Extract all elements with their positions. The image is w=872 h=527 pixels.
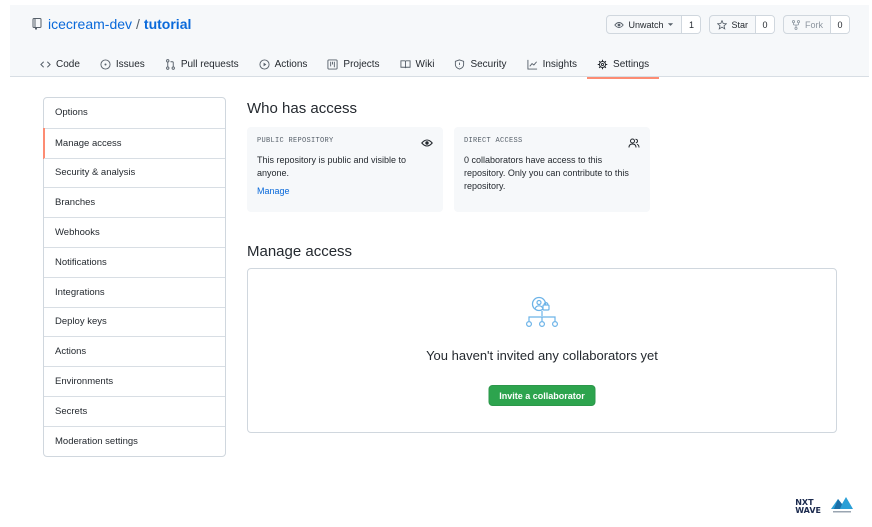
- tab-issues[interactable]: Issues: [90, 50, 155, 78]
- graph-icon: [527, 59, 537, 70]
- gear-icon: [597, 59, 608, 69]
- sidebar-item-security-analysis[interactable]: Security & analysis: [44, 157, 225, 188]
- issue-icon: [100, 58, 111, 70]
- repo-name-link[interactable]: tutorial: [144, 16, 191, 32]
- sidebar-item-branches[interactable]: Branches: [44, 187, 225, 217]
- watch-count[interactable]: 1: [682, 16, 701, 33]
- tab-label: Projects: [343, 58, 380, 70]
- settings-sidebar: Options Manage access Security & analysi…: [43, 97, 226, 457]
- sidebar-item-options[interactable]: Options: [44, 98, 225, 128]
- tab-label: Security: [470, 58, 507, 70]
- tab-label: Code: [56, 58, 80, 70]
- eye-icon: [614, 21, 625, 28]
- tab-settings[interactable]: Settings: [587, 50, 660, 79]
- tab-actions[interactable]: Actions: [249, 50, 318, 78]
- invite-collaborator-button[interactable]: Invite a collaborator: [488, 385, 596, 406]
- card-body: This repository is public and visible to…: [257, 155, 407, 178]
- manage-access-title: Manage access: [247, 243, 353, 260]
- watermark-text: NXT WAVE: [795, 499, 821, 515]
- tab-label: Wiki: [415, 58, 435, 70]
- project-icon: [327, 58, 338, 70]
- tab-label: Insights: [542, 58, 578, 70]
- tab-wiki[interactable]: Wiki: [390, 50, 445, 78]
- play-icon: [259, 58, 270, 70]
- fork-count[interactable]: 0: [831, 16, 849, 33]
- star-icon: [717, 19, 728, 30]
- fork-button-group: Fork 0: [783, 15, 850, 34]
- star-count[interactable]: 0: [756, 16, 774, 33]
- sidebar-item-secrets[interactable]: Secrets: [44, 395, 225, 426]
- tab-label: Actions: [274, 58, 308, 70]
- watch-button[interactable]: Unwatch: [607, 16, 683, 33]
- watermark-line2: WAVE: [795, 506, 821, 515]
- sidebar-item-environments[interactable]: Environments: [44, 366, 225, 396]
- access-cards: PUBLIC REPOSITORY This repository is pub…: [247, 127, 837, 212]
- collaborators-hierarchy-icon: [525, 296, 559, 328]
- book-icon: [400, 59, 411, 68]
- card-body: 0 collaborators have access to this repo…: [464, 155, 629, 191]
- main-content: Who has access PUBLIC REPOSITORY This re…: [247, 100, 837, 433]
- who-has-access-title: Who has access: [247, 100, 358, 117]
- repo-icon: [32, 18, 42, 30]
- empty-state-message: You haven't invited any collaborators ye…: [426, 348, 658, 363]
- tab-label: Pull requests: [180, 58, 239, 70]
- fork-label: Fork: [805, 19, 823, 30]
- tab-pull-requests[interactable]: Pull requests: [155, 50, 249, 78]
- people-icon: [628, 138, 640, 148]
- tab-label: Settings: [613, 58, 650, 70]
- card-eyebrow: DIRECT ACCESS: [464, 137, 523, 145]
- sidebar-item-actions[interactable]: Actions: [44, 336, 225, 366]
- repo-separator: /: [136, 16, 140, 32]
- shield-icon: [455, 58, 465, 70]
- tab-security[interactable]: Security: [444, 50, 516, 78]
- tab-insights[interactable]: Insights: [517, 50, 587, 78]
- caret-down-icon: [668, 23, 674, 26]
- star-button-group: Star 0: [709, 15, 775, 34]
- star-label: Star: [731, 19, 748, 30]
- nxtwave-watermark: NXT WAVE: [795, 489, 855, 515]
- sidebar-item-webhooks[interactable]: Webhooks: [44, 217, 225, 247]
- ib-hubs-logo-icon: [831, 497, 853, 513]
- sidebar-item-deploy-keys[interactable]: Deploy keys: [44, 306, 225, 337]
- tab-projects[interactable]: Projects: [317, 50, 389, 78]
- fork-icon: [792, 19, 800, 30]
- collaborators-empty-state: You haven't invited any collaborators ye…: [247, 268, 837, 433]
- pull-request-icon: [165, 58, 175, 70]
- star-button[interactable]: Star: [710, 16, 756, 33]
- watch-label: Unwatch: [628, 19, 664, 30]
- sidebar-item-moderation-settings[interactable]: Moderation settings: [44, 425, 225, 456]
- repo-owner-link[interactable]: icecream-dev: [48, 16, 132, 32]
- card-eyebrow: PUBLIC REPOSITORY: [257, 137, 334, 145]
- fork-button[interactable]: Fork: [784, 16, 831, 33]
- public-repository-card: PUBLIC REPOSITORY This repository is pub…: [247, 127, 443, 212]
- tab-code[interactable]: Code: [30, 50, 90, 78]
- repo-title: icecream-dev / tutorial: [32, 16, 191, 32]
- eye-icon: [421, 139, 433, 147]
- tab-label: Issues: [115, 58, 145, 70]
- repo-nav-tabs: Code Issues Pull requests Actions Projec…: [30, 50, 660, 79]
- sidebar-item-manage-access[interactable]: Manage access: [43, 127, 225, 159]
- code-icon: [40, 60, 51, 68]
- repo-actions: Unwatch 1 Star 0 Fork 0: [606, 15, 850, 34]
- direct-access-card: DIRECT ACCESS 0 collaborators have acces…: [454, 127, 650, 212]
- sidebar-item-integrations[interactable]: Integrations: [44, 276, 225, 307]
- manage-visibility-link[interactable]: Manage: [257, 186, 290, 196]
- watch-button-group: Unwatch 1: [606, 15, 702, 34]
- sidebar-item-notifications[interactable]: Notifications: [44, 246, 225, 277]
- repo-header: icecream-dev / tutorial Unwatch 1 Star 0…: [10, 5, 869, 79]
